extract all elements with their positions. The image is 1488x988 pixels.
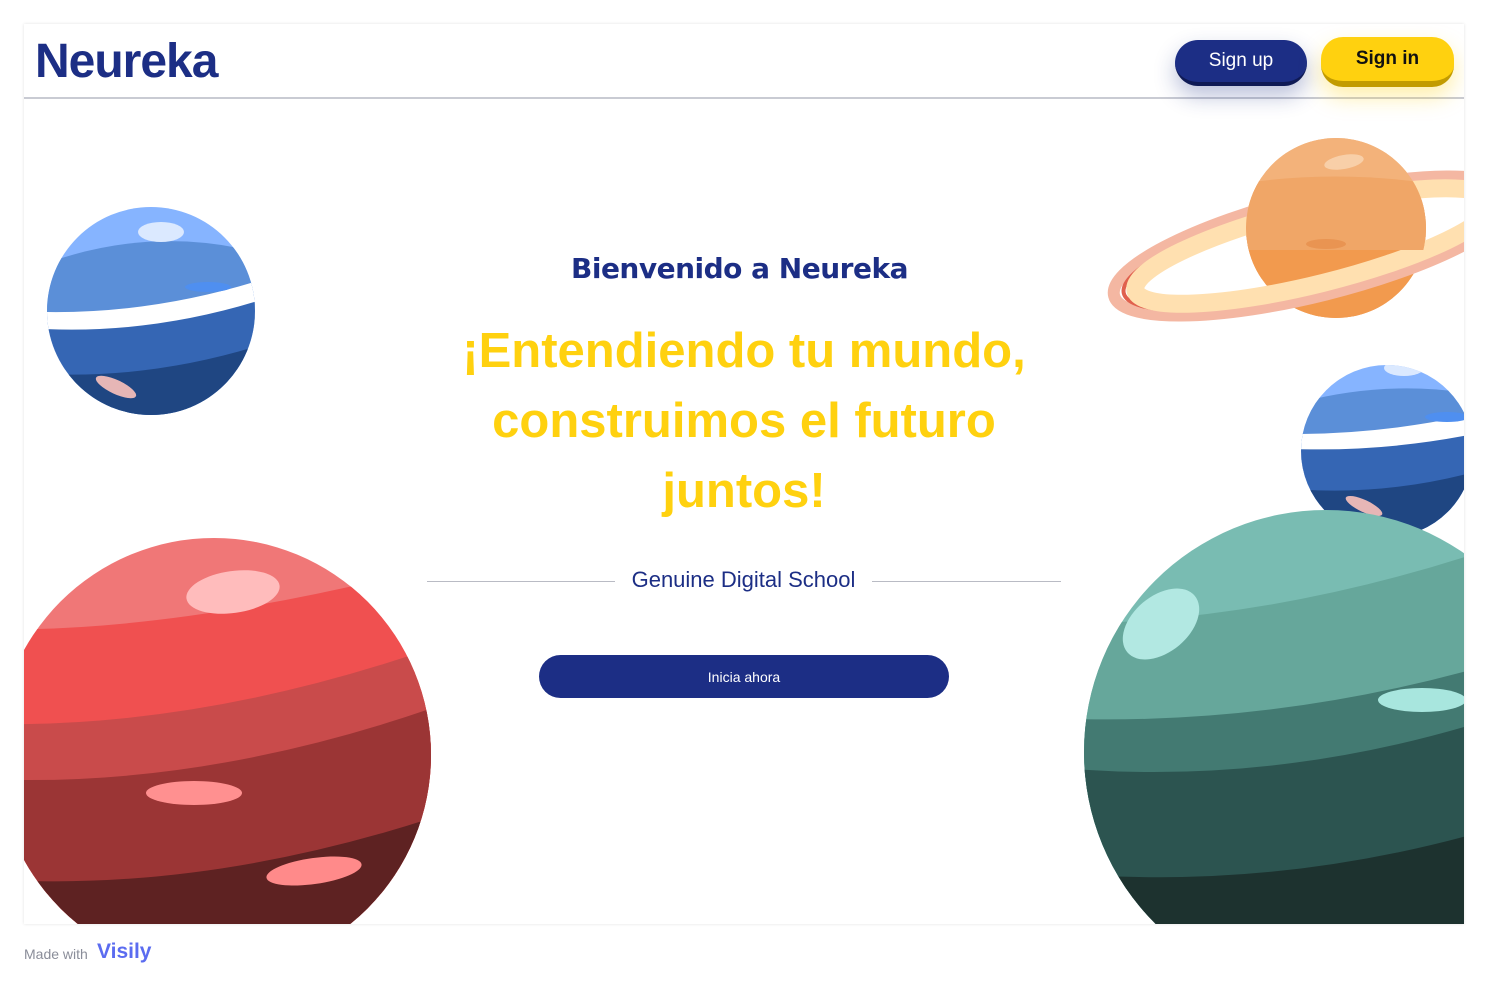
start-now-button[interactable]: Inicia ahora [539, 655, 949, 698]
sign-in-button[interactable]: Sign in [1321, 37, 1454, 87]
landing-page: Bienvenido a Neureka ¡Entendiendo tu mun… [24, 24, 1464, 924]
welcome-heading: Bienvenido a Neureka [571, 252, 908, 285]
logo[interactable]: Neureka [35, 34, 218, 89]
sign-up-button[interactable]: Sign up [1175, 40, 1307, 86]
visily-logo[interactable]: Visily [97, 940, 152, 964]
tagline: Genuine Digital School [631, 567, 856, 592]
top-navbar: Neureka Sign up Sign in [24, 24, 1464, 99]
divider-right [872, 581, 1061, 582]
hero-section: Bienvenido a Neureka ¡Entendiendo tu mun… [24, 24, 1464, 924]
hero-headline: ¡Entendiendo tu mundo, construimos el fu… [462, 324, 1026, 518]
made-with-label: Made with [24, 946, 88, 962]
divider-left [427, 581, 615, 582]
